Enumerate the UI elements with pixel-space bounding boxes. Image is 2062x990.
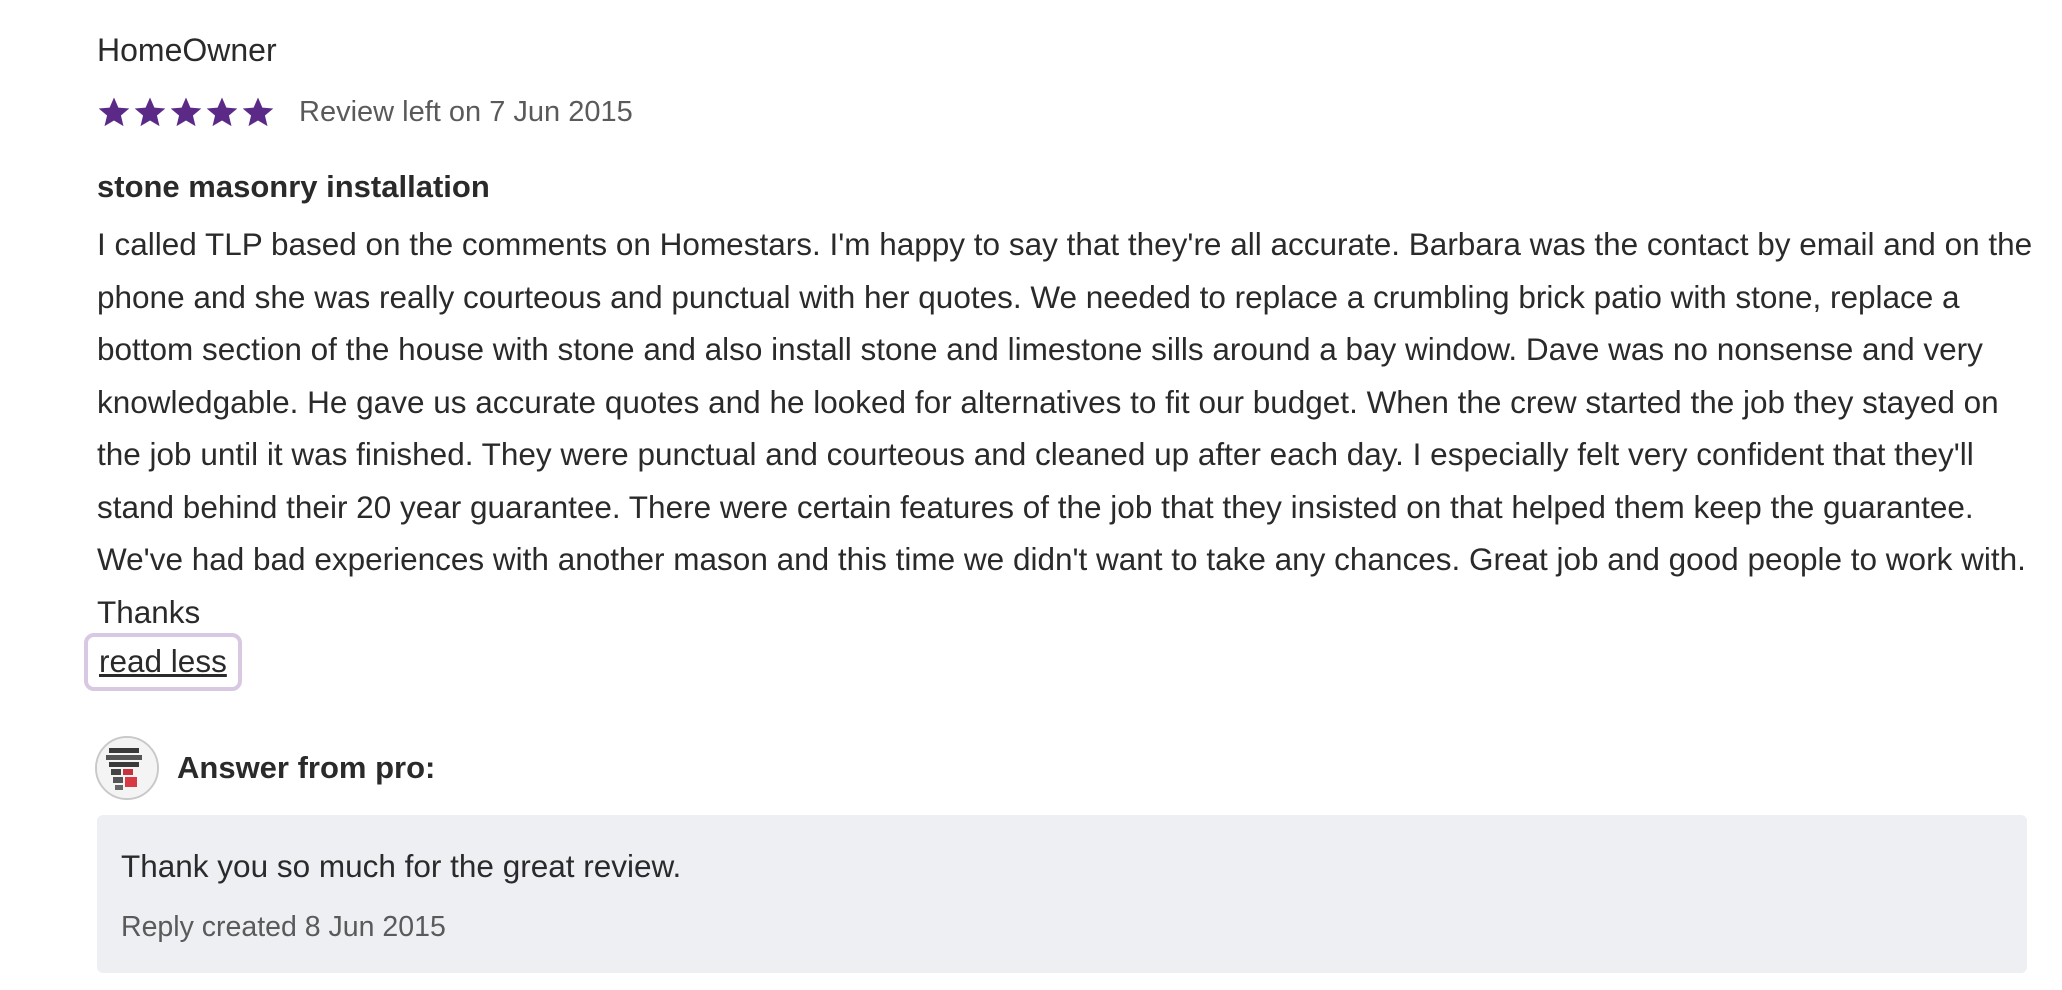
star-icon bbox=[133, 95, 167, 129]
read-less-link[interactable]: read less bbox=[84, 633, 242, 691]
reviewer-name: HomeOwner bbox=[97, 32, 277, 68]
star-icon bbox=[97, 95, 131, 129]
pro-reply-date: Reply created 8 Jun 2015 bbox=[121, 911, 446, 943]
pro-answer-header: Answer from pro: bbox=[95, 736, 435, 800]
review-card: HomeOwner Review left on 7 Jun 2015 ston… bbox=[0, 0, 2062, 990]
rating-row: Review left on 7 Jun 2015 bbox=[97, 90, 633, 134]
star-icon bbox=[169, 95, 203, 129]
pro-reply-text: Thank you so much for the great review. bbox=[121, 848, 682, 884]
pro-answer-heading: Answer from pro: bbox=[177, 750, 436, 785]
review-body: I called TLP based on the comments on Ho… bbox=[97, 226, 2033, 630]
pro-reply-box: Thank you so much for the great review. … bbox=[97, 815, 2027, 973]
company-logo-icon bbox=[97, 738, 157, 798]
star-icon bbox=[241, 95, 275, 129]
company-logo-avatar bbox=[95, 736, 159, 800]
star-rating bbox=[97, 95, 275, 129]
review-title: stone masonry installation bbox=[97, 169, 490, 204]
review-date: Review left on 7 Jun 2015 bbox=[299, 95, 633, 128]
star-icon bbox=[205, 95, 239, 129]
